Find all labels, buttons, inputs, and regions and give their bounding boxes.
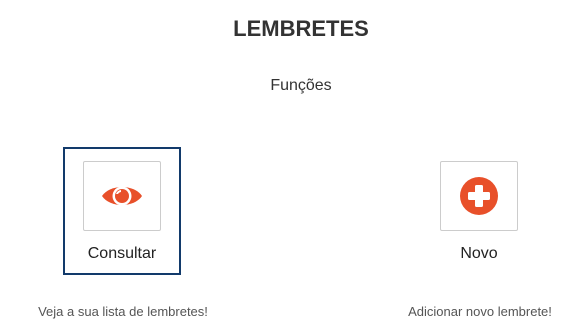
novo-button[interactable]: Novo bbox=[420, 147, 538, 275]
novo-description: Adicionar novo lembrete! bbox=[408, 304, 552, 319]
section-subtitle: Funções bbox=[270, 77, 332, 94]
novo-icon-frame bbox=[440, 161, 518, 231]
eye-icon bbox=[102, 186, 142, 206]
consultar-description: Veja a sua lista de lembretes! bbox=[38, 304, 208, 319]
consultar-label: Consultar bbox=[87, 245, 157, 262]
page-title: LEMBRETES bbox=[233, 16, 369, 41]
consultar-button[interactable]: Consultar bbox=[63, 147, 181, 275]
plus-circle-icon bbox=[460, 177, 498, 215]
consultar-icon-frame bbox=[83, 161, 161, 231]
novo-label: Novo bbox=[460, 245, 498, 262]
